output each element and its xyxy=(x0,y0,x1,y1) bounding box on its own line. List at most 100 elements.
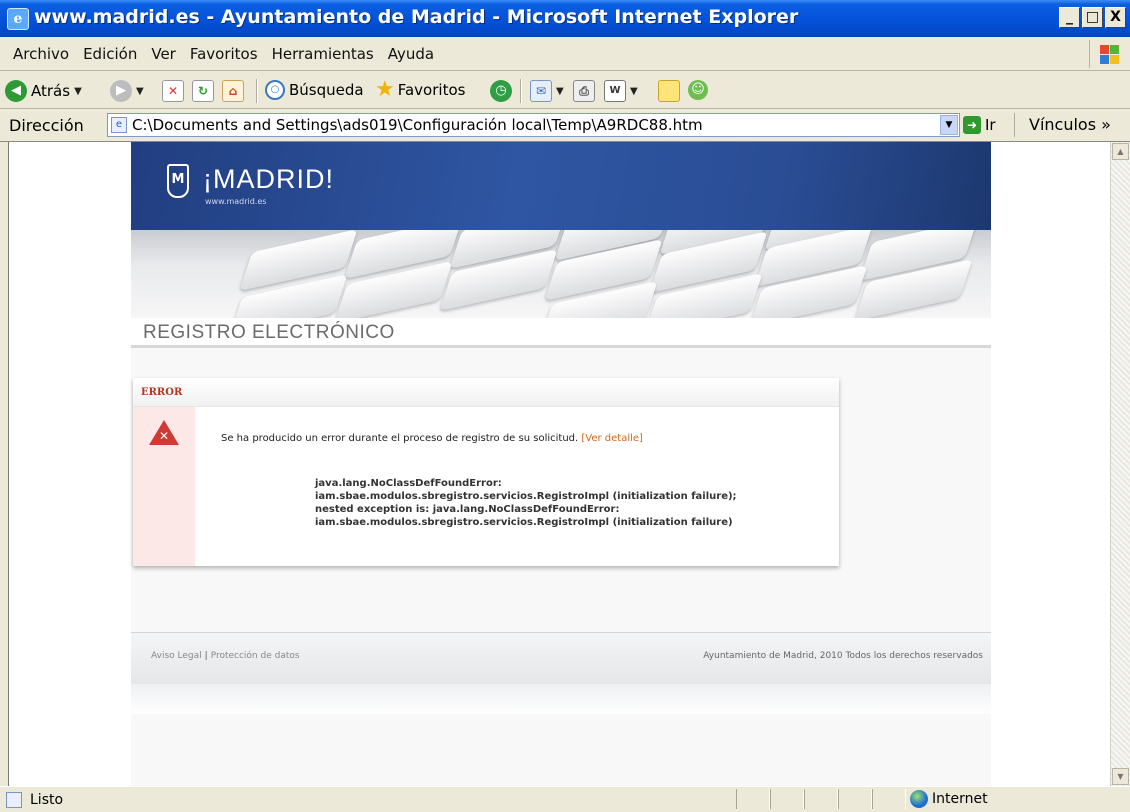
status-text: Listo xyxy=(30,792,64,808)
minimize-button[interactable]: _ xyxy=(1059,7,1080,28)
toolbar: ◀ Atrás ▼ ▶ ▼ ✕ ↻ ⌂ ○ Búsqueda ★ Favorit… xyxy=(0,71,1130,109)
toolbar-separator xyxy=(520,79,522,103)
exception-line: iam.sbae.modulos.sbregistro.servicios.Re… xyxy=(315,517,733,528)
error-icon: ✕ xyxy=(149,420,179,445)
windows-logo-icon xyxy=(1089,40,1126,68)
back-dropdown-icon[interactable]: ▼ xyxy=(74,86,82,97)
home-button[interactable]: ⌂ xyxy=(222,80,244,102)
menu-items: Archivo Edición Ver Favoritos Herramient… xyxy=(6,45,441,63)
mail-dropdown-icon[interactable]: ▼ xyxy=(556,86,564,97)
menu-edicion[interactable]: Edición xyxy=(76,45,144,63)
edit-button[interactable]: W ▼ xyxy=(604,80,638,102)
edit-dropdown-icon[interactable]: ▼ xyxy=(630,86,638,97)
close-button[interactable]: X xyxy=(1105,7,1126,28)
keyboard-banner-image xyxy=(131,230,991,318)
refresh-button[interactable]: ↻ xyxy=(192,80,214,102)
address-input[interactable]: e C:\Documents and Settings\ads019\Confi… xyxy=(107,113,960,137)
vertical-scrollbar[interactable]: ▲ ▼ xyxy=(1110,142,1130,786)
error-message: Se ha producido un error durante el proc… xyxy=(221,433,579,444)
view-detail-link[interactable]: [Ver detalle] xyxy=(581,433,643,444)
discuss-button[interactable] xyxy=(658,80,680,102)
go-button[interactable]: ➜ Ir xyxy=(963,116,996,134)
search-button[interactable]: ○ Búsqueda xyxy=(265,80,364,100)
scroll-down-icon[interactable]: ▼ xyxy=(1112,768,1129,785)
history-button[interactable]: ◷ xyxy=(490,80,512,102)
exception-line: nested exception is: java.lang.NoClassDe… xyxy=(315,504,620,515)
madrid-logo-site: www.madrid.es xyxy=(205,197,267,206)
aviso-legal-link[interactable]: Aviso Legal xyxy=(151,651,202,661)
menu-bar: Archivo Edición Ver Favoritos Herramient… xyxy=(0,37,1130,71)
favorites-button[interactable]: ★ Favoritos xyxy=(375,77,466,102)
back-button[interactable]: ◀ Atrás ▼ xyxy=(5,80,82,102)
error-box: ERROR ✕ Se ha producido un error durante… xyxy=(133,378,839,566)
proteccion-datos-link[interactable]: Protección de datos xyxy=(211,651,300,661)
error-header: ERROR xyxy=(133,378,839,407)
error-heading: ERROR xyxy=(141,387,183,398)
address-bar: Dirección e C:\Documents and Settings\ad… xyxy=(0,109,1130,142)
page-icon: e xyxy=(111,117,127,133)
browser-viewport: M ¡MADRID! www.madrid.es REGISTRO ELECTR… xyxy=(8,142,1111,786)
note-icon xyxy=(658,80,680,102)
zone-label: Internet xyxy=(932,791,988,807)
internet-globe-icon xyxy=(910,790,928,808)
section-title: REGISTRO ELECTRÓNICO xyxy=(143,322,395,343)
madrid-shield-icon: M xyxy=(167,164,189,198)
footer-copyright: Ayuntamiento de Madrid, 2010 Todos los d… xyxy=(703,651,983,661)
print-icon: ⎙ xyxy=(573,80,595,102)
messenger-button[interactable]: ☺ xyxy=(688,80,708,100)
word-edit-icon: W xyxy=(604,80,626,102)
star-icon: ★ xyxy=(375,77,395,102)
status-bar: Listo Internet xyxy=(0,786,1130,812)
error-message-line: Se ha producido un error durante el proc… xyxy=(221,433,643,444)
toolbar-separator xyxy=(256,79,258,103)
window-controls: _ □ X xyxy=(1059,7,1126,28)
madrid-logo-text: ¡MADRID! xyxy=(203,164,334,194)
menu-ver[interactable]: Ver xyxy=(144,45,183,63)
window-title: www.madrid.es - Ayuntamiento de Madrid -… xyxy=(34,6,799,28)
menu-favoritos[interactable]: Favoritos xyxy=(183,45,265,63)
links-button[interactable]: Vínculos » xyxy=(1014,113,1111,137)
ie-app-icon[interactable]: e xyxy=(7,8,29,30)
forward-arrow-icon: ▶ xyxy=(110,80,132,102)
title-bar: e www.madrid.es - Ayuntamiento de Madrid… xyxy=(0,0,1130,37)
footer-shadow xyxy=(131,684,991,714)
address-dropdown-icon[interactable]: ▼ xyxy=(940,115,958,135)
status-cells xyxy=(736,789,906,809)
print-button[interactable]: ⎙ xyxy=(573,80,595,102)
section-title-bar: REGISTRO ELECTRÓNICO xyxy=(131,318,991,348)
address-label: Dirección xyxy=(9,116,84,135)
exception-line: iam.sbae.modulos.sbregistro.servicios.Re… xyxy=(315,491,737,502)
menu-herramientas[interactable]: Herramientas xyxy=(265,45,381,63)
page-footer: Aviso Legal | Protección de datos Ayuntami… xyxy=(131,632,991,687)
go-label: Ir xyxy=(985,116,996,134)
mail-button[interactable]: ✉ ▼ xyxy=(530,80,564,102)
back-label: Atrás xyxy=(31,82,71,100)
exception-details: java.lang.NoClassDefFoundError: iam.sbae… xyxy=(315,477,737,529)
go-arrow-icon: ➜ xyxy=(963,116,981,134)
status-page-icon xyxy=(6,792,22,808)
forward-button[interactable]: ▶ ▼ xyxy=(110,80,144,102)
scroll-up-icon[interactable]: ▲ xyxy=(1112,143,1129,160)
home-icon: ⌂ xyxy=(222,80,244,102)
search-icon: ○ xyxy=(265,80,285,100)
stop-button[interactable]: ✕ xyxy=(162,80,184,102)
web-page: M ¡MADRID! www.madrid.es REGISTRO ELECTR… xyxy=(131,142,991,786)
favorites-label: Favoritos xyxy=(397,81,466,99)
address-url: C:\Documents and Settings\ads019\Configu… xyxy=(132,116,703,134)
refresh-icon: ↻ xyxy=(192,80,214,102)
security-zone[interactable]: Internet xyxy=(910,790,988,808)
menu-archivo[interactable]: Archivo xyxy=(6,45,76,63)
forward-dropdown-icon[interactable]: ▼ xyxy=(136,86,144,97)
back-arrow-icon: ◀ xyxy=(5,80,27,102)
history-icon: ◷ xyxy=(490,80,512,102)
madrid-header: M ¡MADRID! www.madrid.es xyxy=(131,142,991,230)
messenger-icon: ☺ xyxy=(688,80,708,100)
madrid-logo[interactable]: M ¡MADRID! www.madrid.es xyxy=(167,164,334,206)
exception-line: java.lang.NoClassDefFoundError: xyxy=(315,478,502,489)
footer-links: Aviso Legal | Protección de datos xyxy=(151,651,300,661)
mail-icon: ✉ xyxy=(530,80,552,102)
stop-icon: ✕ xyxy=(162,80,184,102)
error-side-panel: ✕ xyxy=(133,407,195,566)
menu-ayuda[interactable]: Ayuda xyxy=(381,45,441,63)
maximize-button[interactable]: □ xyxy=(1082,7,1103,28)
